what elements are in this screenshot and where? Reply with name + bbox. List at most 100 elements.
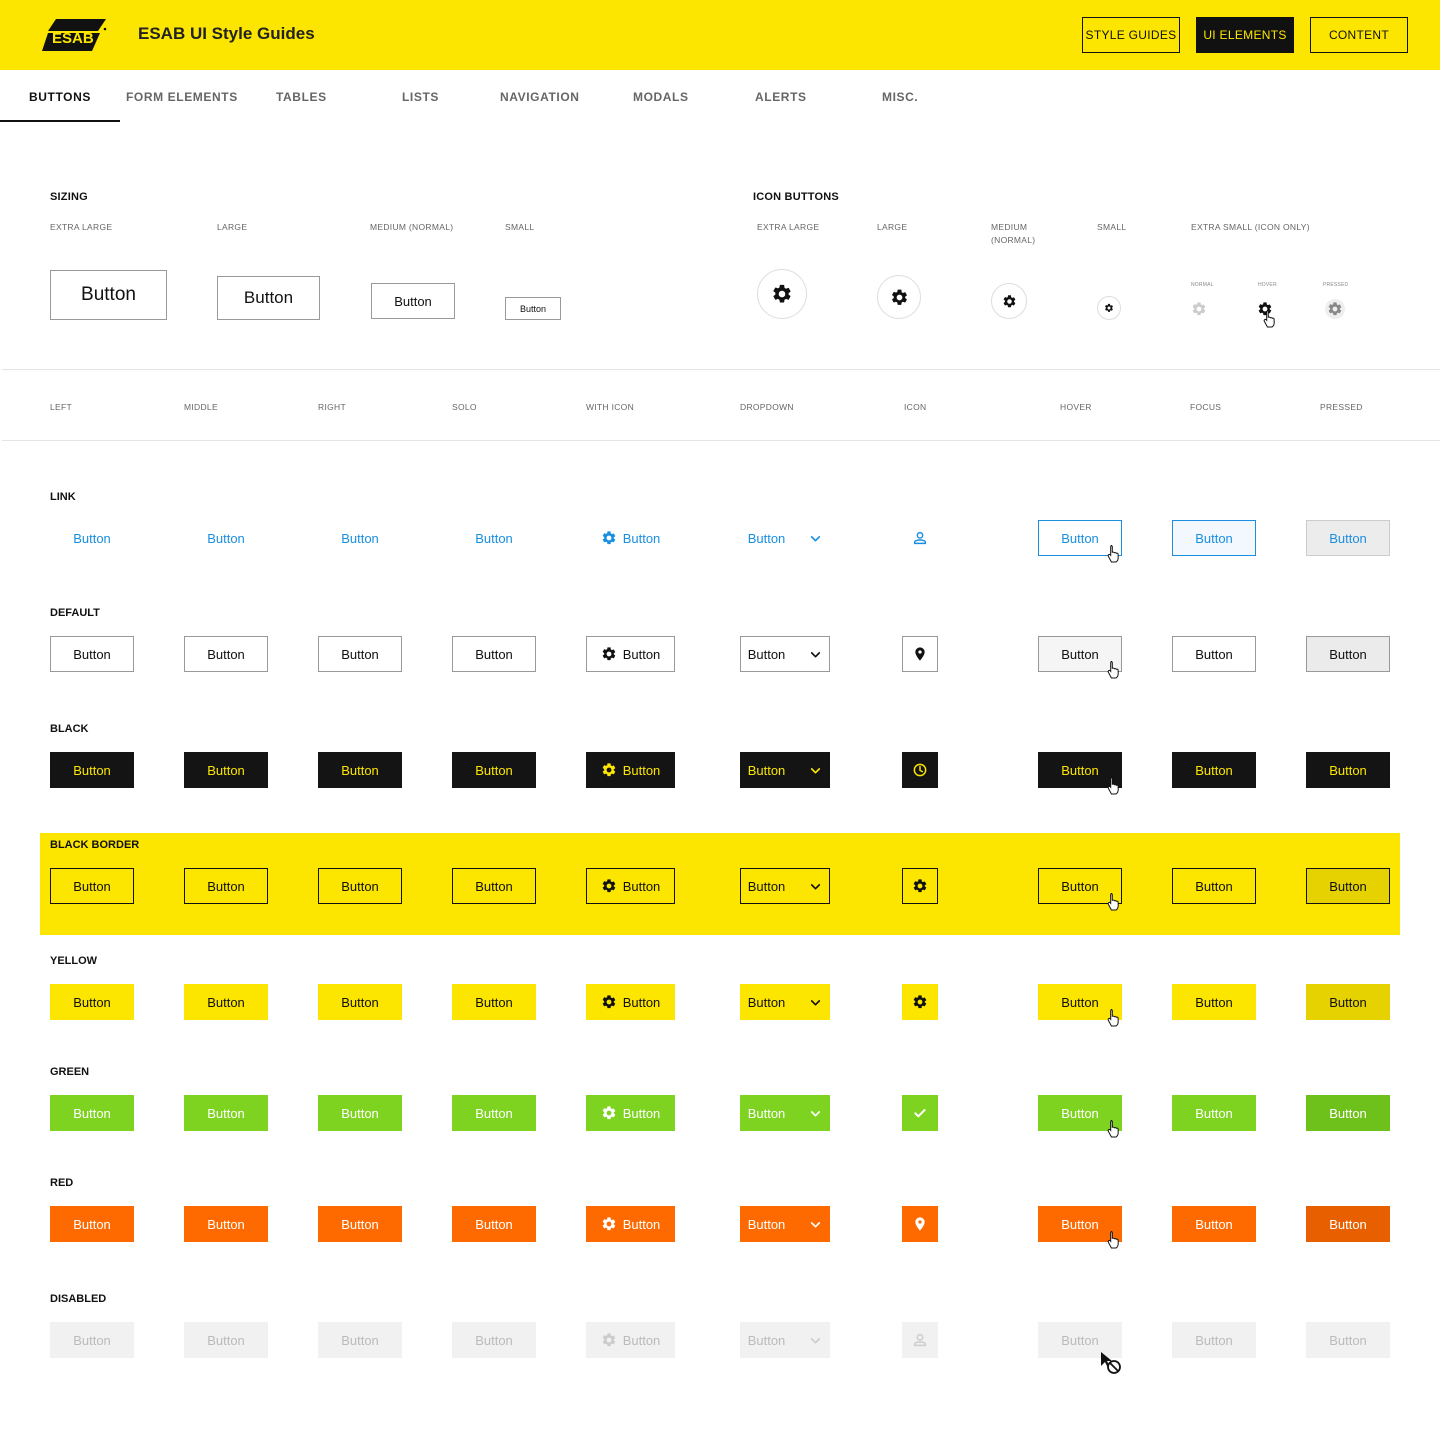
black-button-middle[interactable]: Button (184, 752, 268, 788)
red-button-solo[interactable]: Button (452, 1206, 536, 1242)
tab-tables[interactable]: TABLES (276, 90, 327, 104)
black-border-button-solo[interactable]: Button (452, 868, 536, 904)
icon-button-xl[interactable] (757, 269, 807, 319)
red-button-right[interactable]: Button (318, 1206, 402, 1242)
green-button-left[interactable]: Button (50, 1095, 134, 1131)
default-button-with-icon[interactable]: Button (586, 636, 675, 672)
nav-ui-elements-button[interactable]: UI ELEMENTS (1196, 17, 1294, 53)
yellow-button-pressed[interactable]: Button (1306, 984, 1390, 1020)
default-button-hover[interactable]: Button (1038, 636, 1122, 672)
default-button-pressed[interactable]: Button (1306, 636, 1390, 672)
yellow-button-dropdown[interactable]: Button (740, 984, 830, 1020)
tab-form-elements[interactable]: FORM ELEMENTS (126, 90, 238, 104)
link-icon-button[interactable] (902, 520, 938, 556)
default-button-right[interactable]: Button (318, 636, 402, 672)
green-icon-button[interactable] (902, 1095, 938, 1131)
black-border-button-right[interactable]: Button (318, 868, 402, 904)
tab-navigation[interactable]: NAVIGATION (500, 90, 580, 104)
black-button-pressed[interactable]: Button (1306, 752, 1390, 788)
tab-modals[interactable]: MODALS (633, 90, 689, 104)
green-button-right[interactable]: Button (318, 1095, 402, 1131)
tab-misc[interactable]: MISC. (882, 90, 918, 104)
link-button-pressed[interactable]: Button (1306, 520, 1390, 556)
red-button-left[interactable]: Button (50, 1206, 134, 1242)
row-label-red: RED (50, 1177, 74, 1189)
green-button-hover[interactable]: Button (1038, 1095, 1122, 1131)
black-button-with-icon[interactable]: Button (586, 752, 675, 788)
black-button-solo[interactable]: Button (452, 752, 536, 788)
yellow-button-focus[interactable]: Button (1172, 984, 1256, 1020)
green-button-middle[interactable]: Button (184, 1095, 268, 1131)
link-button-right[interactable]: Button (318, 520, 402, 556)
default-button-dropdown[interactable]: Button (740, 636, 830, 672)
default-button-left[interactable]: Button (50, 636, 134, 672)
icon-button-xs-normal[interactable] (1191, 301, 1207, 317)
icon-button-xs-hover[interactable] (1257, 301, 1273, 317)
green-button-with-icon[interactable]: Button (586, 1095, 675, 1131)
nav-content-button[interactable]: CONTENT (1310, 17, 1408, 53)
red-button-pressed[interactable]: Button (1306, 1206, 1390, 1242)
yellow-icon-button[interactable] (902, 984, 938, 1020)
black-button-focus[interactable]: Button (1172, 752, 1256, 788)
yellow-button-hover[interactable]: Button (1038, 984, 1122, 1020)
black-button-left[interactable]: Button (50, 752, 134, 788)
black-border-icon-button[interactable] (902, 868, 938, 904)
link-button-middle[interactable]: Button (184, 520, 268, 556)
nav-style-guides-button[interactable]: STYLE GUIDES (1082, 17, 1180, 53)
link-button-left[interactable]: Button (50, 520, 134, 556)
tab-lists[interactable]: LISTS (402, 90, 439, 104)
default-icon-button[interactable] (902, 636, 938, 672)
link-button-hover[interactable]: Button (1038, 520, 1122, 556)
black-border-button-pressed[interactable]: Button (1306, 868, 1390, 904)
yellow-button-left[interactable]: Button (50, 984, 134, 1020)
yellow-button-middle[interactable]: Button (184, 984, 268, 1020)
red-button-dropdown[interactable]: Button (740, 1206, 830, 1242)
green-button-solo[interactable]: Button (452, 1095, 536, 1131)
black-border-button-with-icon[interactable]: Button (586, 868, 675, 904)
red-button-hover[interactable]: Button (1038, 1206, 1122, 1242)
button-label: Button (1061, 878, 1099, 894)
icon-button-s[interactable] (1097, 296, 1121, 320)
button-label: Button (1329, 646, 1367, 662)
default-button-middle[interactable]: Button (184, 636, 268, 672)
black-button-right[interactable]: Button (318, 752, 402, 788)
button-label: Button (747, 878, 786, 894)
black-border-button-left[interactable]: Button (50, 868, 134, 904)
row-label-link: LINK (50, 491, 76, 503)
tab-buttons[interactable]: BUTTONS (29, 90, 91, 104)
button-large[interactable]: Button (217, 276, 320, 320)
red-button-with-icon[interactable]: Button (586, 1206, 675, 1242)
black-border-button-dropdown[interactable]: Button (740, 868, 830, 904)
yellow-button-with-icon[interactable]: Button (586, 984, 675, 1020)
green-button-pressed[interactable]: Button (1306, 1095, 1390, 1131)
button-medium[interactable]: Button (371, 283, 455, 319)
green-button-dropdown[interactable]: Button (740, 1095, 830, 1131)
divider (2, 440, 1440, 441)
green-button-focus[interactable]: Button (1172, 1095, 1256, 1131)
link-button-with-icon[interactable]: Button (586, 520, 675, 556)
red-button-focus[interactable]: Button (1172, 1206, 1256, 1242)
button-small[interactable]: Button (505, 297, 561, 320)
default-button-focus[interactable]: Button (1172, 636, 1256, 672)
black-button-hover[interactable]: Button (1038, 752, 1122, 788)
link-button-solo[interactable]: Button (452, 520, 536, 556)
default-button-solo[interactable]: Button (452, 636, 536, 672)
tab-alerts[interactable]: ALERTS (755, 90, 807, 104)
icon-button-m[interactable] (991, 283, 1027, 319)
yellow-button-solo[interactable]: Button (452, 984, 536, 1020)
link-button-dropdown[interactable]: Button (740, 520, 830, 556)
black-icon-button[interactable] (902, 752, 938, 788)
black-border-button-middle[interactable]: Button (184, 868, 268, 904)
button-extra-large[interactable]: Button (50, 270, 167, 320)
black-border-button-focus[interactable]: Button (1172, 868, 1256, 904)
red-icon-button[interactable] (902, 1206, 938, 1242)
icon-button-xs-pressed[interactable] (1325, 299, 1345, 319)
yellow-button-right[interactable]: Button (318, 984, 402, 1020)
black-border-button-hover[interactable]: Button (1038, 868, 1122, 904)
icon-button-l[interactable] (877, 275, 921, 319)
red-button-middle[interactable]: Button (184, 1206, 268, 1242)
black-button-dropdown[interactable]: Button (740, 752, 830, 788)
column-header-with-icon: WITH ICON (586, 402, 635, 412)
link-button-focus[interactable]: Button (1172, 520, 1256, 556)
esab-logo[interactable]: ESAB (42, 17, 108, 53)
